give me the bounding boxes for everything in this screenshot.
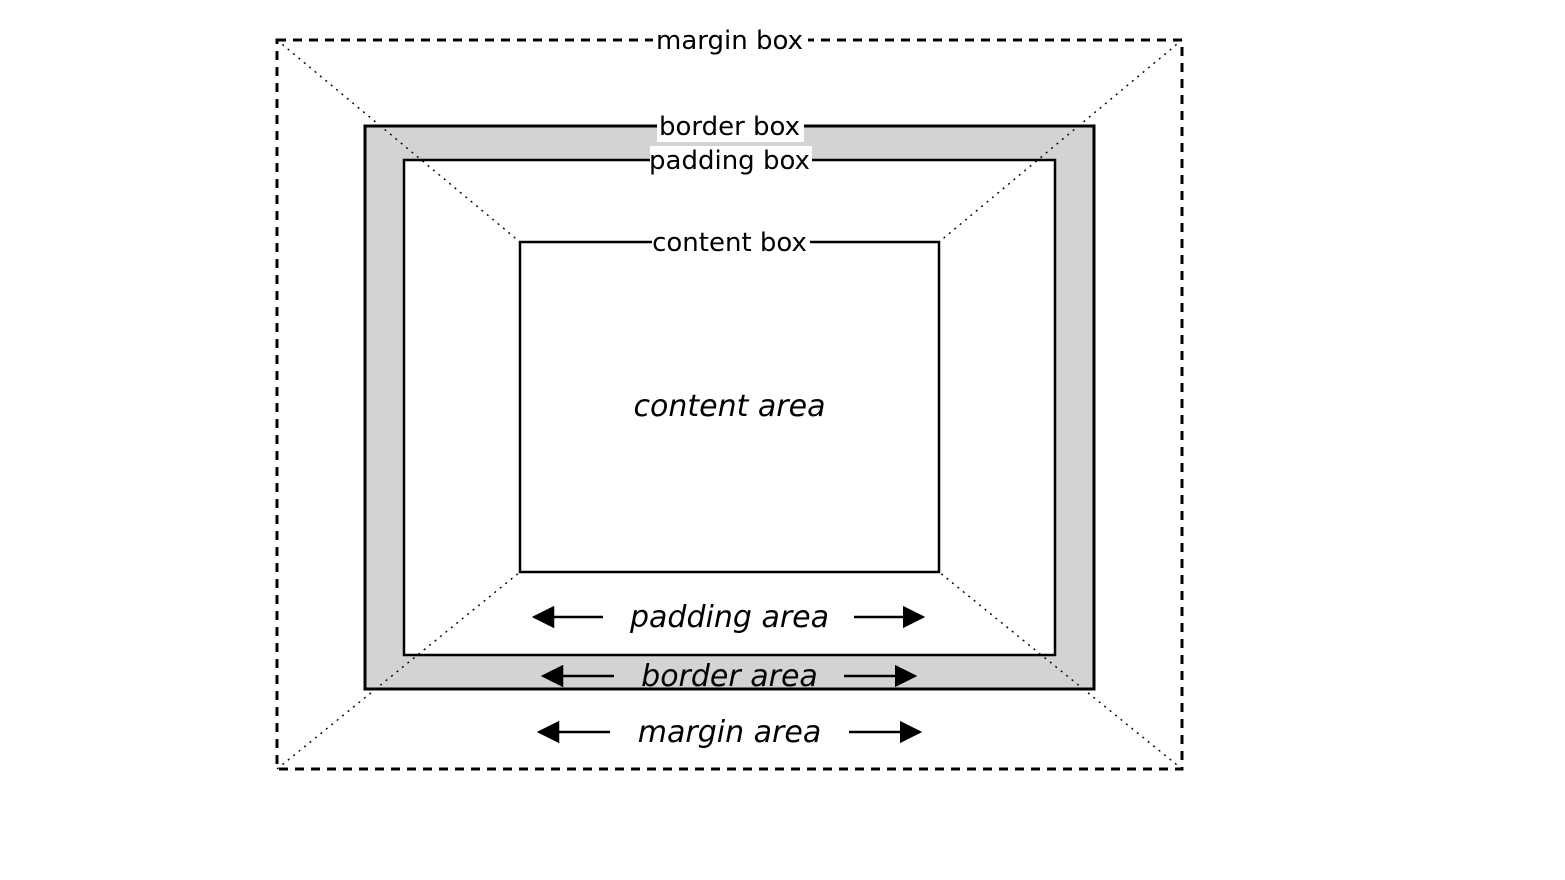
padding-area-label: padding area xyxy=(629,600,829,635)
margin-area-label: margin area xyxy=(638,715,821,750)
margin-area-row: margin area xyxy=(539,715,920,750)
margin-box-label: margin box xyxy=(656,26,803,56)
border-area-label: border area xyxy=(641,659,818,694)
padding-box-label: padding box xyxy=(649,146,810,176)
css-box-model-diagram: margin box border box padding box conten… xyxy=(0,0,1565,880)
border-box-label: border box xyxy=(659,112,800,142)
content-box-label: content box xyxy=(652,228,807,258)
content-area-label: content area xyxy=(634,389,826,424)
